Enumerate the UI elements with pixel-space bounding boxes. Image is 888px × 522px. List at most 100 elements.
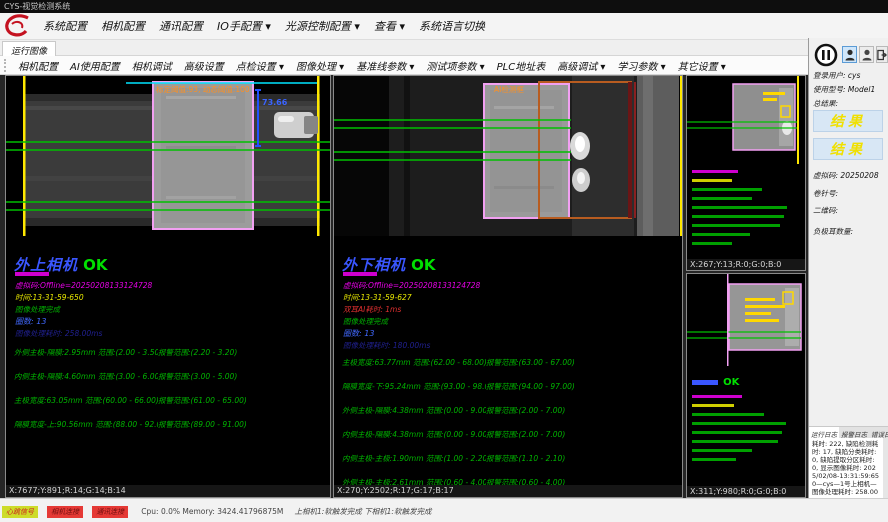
measurement-row: 外侧主极-隔膜:2.95mm 范围:(2.00 - 3.50) 报警范围:(2.… xyxy=(6,347,331,358)
menu-camera-config[interactable]: 相机配置 xyxy=(94,18,152,34)
log-tab-strip: 运行日志 报警日志 错误日志 xyxy=(809,426,888,438)
menu-io-config[interactable]: IO手配置 ▾ xyxy=(210,18,278,34)
tab-run-image[interactable]: 运行图像 xyxy=(2,41,56,56)
user-icon xyxy=(845,49,855,61)
aux-camera-panel-bottom: OK X:311;Y:980;R:0;G:0;B:0 xyxy=(686,273,806,498)
app-logo-icon xyxy=(2,14,32,38)
middle-ng-indicator xyxy=(343,272,377,276)
aux-top-image[interactable] xyxy=(687,76,805,164)
result-box-lower: 结果 xyxy=(813,138,883,160)
tool-image-processing[interactable]: 图像处理 ▾ xyxy=(290,58,350,73)
left-pixel-coords: X:7677;Y:891;R:14;G:14;B:14 xyxy=(6,485,330,497)
middle-camera-image[interactable]: AI检测框 xyxy=(334,76,682,236)
neg-tab-count-label: 负极耳数量: xyxy=(813,227,853,236)
tab-strip: 运行图像 xyxy=(0,40,888,56)
measurement-row: 外侧主极-隔膜:4.38mm 范围:(0.00 - 9.00) 报警范围:(2.… xyxy=(334,405,683,416)
middle-loop-count: 圈数: 13 xyxy=(343,328,374,339)
left-camera-image[interactable]: 标定阈值:93, 动态阈值:100 73.66 xyxy=(6,76,330,236)
measurement-row: 隔膜宽度-上:90.56mm 范围:(88.00 - 92.00) 报警范围:(… xyxy=(6,419,331,430)
left-ng-indicator xyxy=(15,272,49,276)
window-title: CYS-视觉检测系统 xyxy=(4,2,70,11)
aux-bottom-image[interactable] xyxy=(687,274,805,366)
control-panel: 登录用户: cys 使用型号: Model1 总结果: 结果 结果 虚拟码: 2… xyxy=(808,38,888,498)
heartbeat-badge: 心跳信号 xyxy=(2,506,38,518)
tool-learning-params[interactable]: 学习参数 ▾ xyxy=(611,58,671,73)
left-done: 图像处理完成 xyxy=(15,304,60,315)
menu-comm-config[interactable]: 通讯配置 xyxy=(152,18,210,34)
middle-time: 时间:13-31-59-627 xyxy=(343,292,412,303)
log-tab-alarm[interactable]: 报警日志 xyxy=(839,427,869,438)
tool-baseline-params[interactable]: 基准线参数 ▾ xyxy=(350,58,420,73)
menu-language-switch[interactable]: 系统语言切换 xyxy=(412,18,492,34)
measurement-row: 内侧主极-主极:1.90mm 范围:(1.00 - 2.20) 报警范围:(1.… xyxy=(334,453,683,464)
menu-light-config[interactable]: 光源控制配置 ▾ xyxy=(278,18,367,34)
aux-top-textlines xyxy=(687,170,805,245)
tool-plc-address-table[interactable]: PLC地址表 xyxy=(491,58,552,73)
camera-trigger-status: 上相机1:软触发完成 下相机1:软触发完成 xyxy=(294,507,431,516)
app-window: CYS-视觉检测系统 系统配置 相机配置 通讯配置 IO手配置 ▾ 光源控制配置… xyxy=(0,0,888,522)
exit-door-icon xyxy=(877,49,887,61)
total-result-label: 总结果: xyxy=(813,99,838,108)
left-time: 时间:13-31-59-650 xyxy=(15,292,84,303)
middle-camera-status: OK xyxy=(411,256,435,274)
title-bar: CYS-视觉检测系统 xyxy=(0,0,888,13)
login-user-value: cys xyxy=(848,71,860,80)
log-scrollbar[interactable] xyxy=(883,438,888,498)
log-text-area[interactable]: 耗时: 222, 缺陷检测耗时: 17, 缺陷分类耗时: 0, 缺陷提取分区耗时… xyxy=(809,438,888,498)
middle-virtual-code: 虚拟码:Offline=20250208133124728 xyxy=(343,280,480,291)
tool-advanced-settings[interactable]: 高级设置 xyxy=(178,58,230,73)
tool-test-params[interactable]: 测试项参数 ▾ xyxy=(420,58,490,73)
middle-done: 图像处理完成 xyxy=(343,316,388,327)
menu-view[interactable]: 查看 ▾ xyxy=(367,18,412,34)
comm-link-badge: 通讯连接 xyxy=(92,506,128,518)
aux-bottom-image-canvas xyxy=(687,274,806,366)
log-tab-run[interactable]: 运行日志 xyxy=(809,427,839,438)
tool-camera-config[interactable]: 相机配置 xyxy=(12,58,64,73)
left-loop-count: 圈数: 13 xyxy=(15,316,46,327)
left-measurements: 外侧主极-隔膜:2.95mm 范围:(2.00 - 3.50) 报警范围:(2.… xyxy=(6,334,331,430)
left-virtual-code: 虚拟码:Offline=20250208133124728 xyxy=(15,280,152,291)
menu-bar: 系统配置 相机配置 通讯配置 IO手配置 ▾ 光源控制配置 ▾ 查看 ▾ 系统语… xyxy=(0,13,888,40)
tool-ai-usage-config[interactable]: AI使用配置 xyxy=(64,58,126,73)
tool-spot-check[interactable]: 点检设置 ▾ xyxy=(230,58,290,73)
left-camera-panel: 标定阈值:93, 动态阈值:100 73.66 外上相机 OK 虚拟码:Offl… xyxy=(5,75,331,498)
aux-bottom-camera-indicator xyxy=(692,380,718,385)
measurement-row: 隔膜宽度-下:95.24mm 范围:(93.00 - 98.00) 报警范围:(… xyxy=(334,381,683,392)
needle-no-label: 卷针号: xyxy=(813,189,838,198)
middle-pixel-coords: X:270;Y:2502;R:17;G:17;B:17 xyxy=(334,485,682,497)
measurement-row: 主极宽度:63.05mm 范围:(60.00 - 66.00) 报警范围:(61… xyxy=(6,395,331,406)
toolbar: 相机配置 AI使用配置 相机调试 高级设置 点检设置 ▾ 图像处理 ▾ 基准线参… xyxy=(0,56,888,75)
aux-top-pixel-coords: X:267;Y:13;R:0;G:0;B:0 xyxy=(687,259,805,270)
aux-camera-panel-top: X:267;Y:13;R:0;G:0;B:0 xyxy=(686,75,806,271)
measurement-row: 内侧主极-隔膜:4.60mm 范围:(3.00 - 6.00) 报警范围:(3.… xyxy=(6,371,331,382)
measurement-row: 主极宽度:63.77mm 范围:(62.00 - 68.00) 报警范围:(63… xyxy=(334,357,683,368)
qrcode-label: 二维码: xyxy=(813,206,838,215)
user-manage-button[interactable] xyxy=(859,46,874,63)
result-box-upper: 结果 xyxy=(813,110,883,132)
pause-button[interactable] xyxy=(814,43,838,67)
toolbar-grip[interactable] xyxy=(4,59,7,72)
tool-other-settings[interactable]: 其它设置 ▾ xyxy=(672,58,732,73)
model-label: 使用型号: xyxy=(813,85,846,94)
aux-top-image-canvas xyxy=(687,76,806,164)
virtual-code-label: 虚拟码: xyxy=(813,171,838,180)
log-tab-error[interactable]: 错误日志 xyxy=(869,427,888,438)
login-user-label: 登录用户: xyxy=(813,71,846,80)
left-camera-status: OK xyxy=(83,256,107,274)
tool-advanced-debug[interactable]: 高级调试 ▾ xyxy=(551,58,611,73)
user-dark-icon xyxy=(862,49,872,61)
status-bar: 心跳信号 相机连接 通讯连接 Cpu: 0.0% Memory: 3424.41… xyxy=(0,498,888,522)
ai-box-label: AI检测框 xyxy=(494,84,524,95)
virtual-code-value: 20250208 xyxy=(840,171,878,180)
cpu-memory-status: Cpu: 0.0% Memory: 3424.41796875M xyxy=(141,507,283,516)
aux-bottom-textlines xyxy=(687,395,805,461)
login-user-button[interactable] xyxy=(842,46,857,63)
tool-camera-debug[interactable]: 相机调试 xyxy=(126,58,178,73)
logout-button[interactable] xyxy=(876,46,888,63)
middle-camera-image-canvas xyxy=(334,76,683,236)
aux-bottom-status: OK xyxy=(723,377,739,388)
menu-system-config[interactable]: 系统配置 xyxy=(36,18,94,34)
camera-link-badge: 相机连接 xyxy=(47,506,83,518)
measurement-row: 内侧主极-隔膜:4.38mm 范围:(0.00 - 9.00) 报警范围:(2.… xyxy=(334,429,683,440)
model-value: Model1 xyxy=(848,85,875,94)
